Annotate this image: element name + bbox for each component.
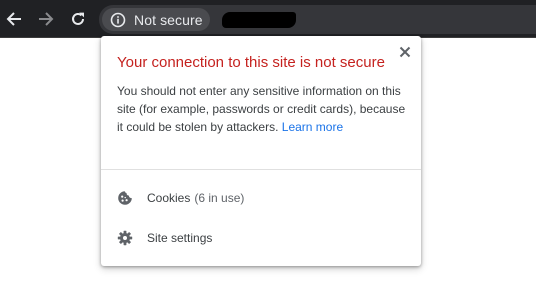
close-button[interactable] <box>397 44 413 60</box>
forward-arrow-icon <box>39 12 54 26</box>
site-info-button[interactable]: Not secure <box>102 8 210 31</box>
popup-title: Your connection to this site is not secu… <box>117 54 385 71</box>
site-settings-label: Site settings <box>147 231 213 245</box>
forward-button[interactable] <box>36 9 56 29</box>
cookies-row[interactable]: Cookies (6 in use) <box>101 180 421 216</box>
popup-body-text: You should not enter any sensitive infor… <box>117 84 406 134</box>
browser-toolbar: Not secure <box>0 0 536 38</box>
cookies-label: Cookies <box>147 191 191 205</box>
not-secure-label: Not secure <box>134 11 203 28</box>
back-button[interactable] <box>4 9 24 29</box>
reload-icon <box>72 12 84 25</box>
cookies-count: (6 in use) <box>194 191 245 205</box>
close-icon <box>399 46 411 58</box>
info-icon <box>110 12 126 27</box>
reload-button[interactable] <box>68 9 88 29</box>
site-info-popup: Your connection to this site is not secu… <box>101 36 421 266</box>
learn-more-link[interactable]: Learn more <box>282 120 343 134</box>
url-redaction <box>222 12 296 28</box>
site-settings-row[interactable]: Site settings <box>101 220 421 256</box>
back-arrow-icon <box>6 12 21 26</box>
gear-icon <box>117 230 133 246</box>
popup-message: You should not enter any sensitive infor… <box>117 82 413 136</box>
popup-divider <box>101 169 421 170</box>
cookie-icon <box>117 190 133 206</box>
